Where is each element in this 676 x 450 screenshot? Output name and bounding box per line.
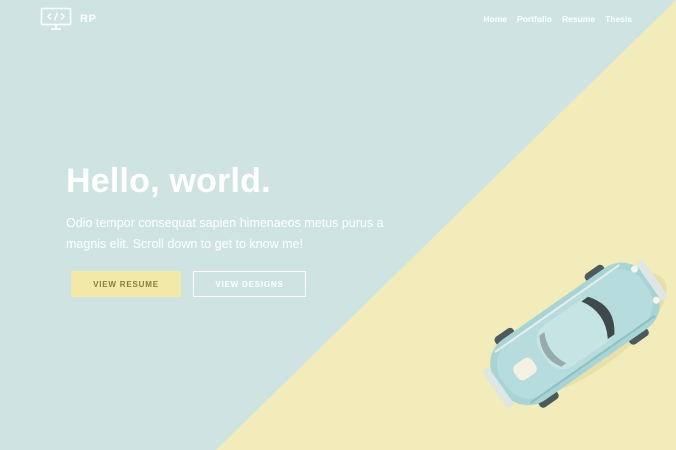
main-nav: Home Portfolio Resume Thesis [483,14,632,24]
view-resume-button[interactable]: VIEW RESUME [71,271,181,297]
page: RP Home Portfolio Resume Thesis Hello, w… [0,0,676,450]
code-monitor-icon [40,7,72,30]
hero-title: Hello, world. [66,162,271,200]
nav-resume[interactable]: Resume [562,14,595,24]
nav-thesis[interactable]: Thesis [605,14,632,24]
hero-subtitle: Odio tempor consequat sapien himenaeos m… [66,216,384,251]
toy-car-image [483,260,667,408]
nav-portfolio[interactable]: Portfolio [517,14,552,24]
view-designs-button[interactable]: VIEW DESIGNS [193,271,306,297]
logo-text: RP [80,13,97,25]
nav-home[interactable]: Home [483,14,507,24]
site-header: RP Home Portfolio Resume Thesis [0,0,676,40]
logo-link[interactable]: RP [40,7,96,31]
